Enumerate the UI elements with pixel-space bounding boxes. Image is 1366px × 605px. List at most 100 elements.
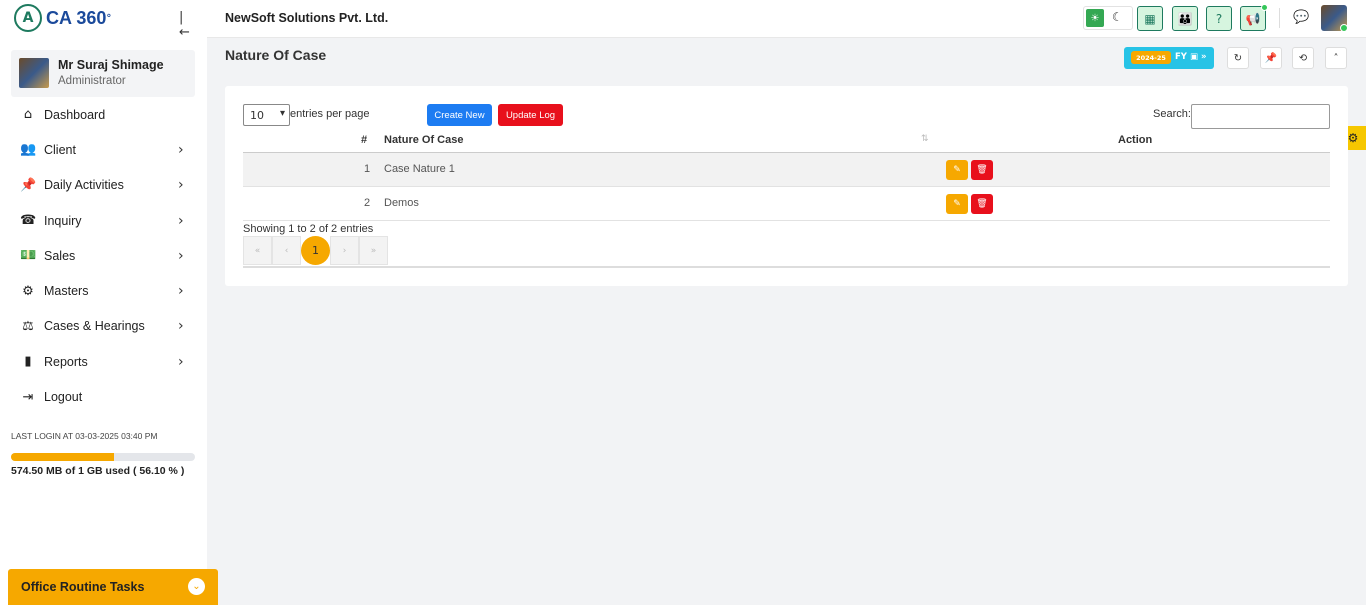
- logo-text: CA 360: [46, 7, 107, 28]
- sidebar-item-logout[interactable]: ⇥ Logout: [0, 379, 207, 414]
- pagination-last-button[interactable]: »: [359, 236, 388, 265]
- update-log-button[interactable]: Update Log: [498, 104, 563, 126]
- help-button[interactable]: ?: [1206, 6, 1232, 31]
- edit-icon: ✎: [953, 199, 961, 209]
- sidebar-item-sales[interactable]: 💵 Sales ›: [0, 238, 207, 273]
- fy-selector[interactable]: 2024-25 FY ▣ »: [1124, 47, 1214, 69]
- collapse-up-button[interactable]: ˄: [1325, 47, 1347, 69]
- chevron-right-icon: ›: [178, 247, 184, 264]
- fy-label-text: FY: [1175, 52, 1187, 62]
- search-input[interactable]: [1191, 104, 1330, 129]
- delete-button[interactable]: 🗑: [971, 194, 993, 214]
- pagination-scrollbar: [243, 266, 1330, 268]
- row-nature: Demos: [384, 197, 419, 209]
- sidebar-item-client[interactable]: 👥 Client ›: [0, 132, 207, 167]
- home-icon: ⌂: [23, 107, 33, 123]
- team-button[interactable]: 👪: [1172, 6, 1198, 31]
- storage-text: 574.50 MB of 1 GB used ( 56.10 % ): [11, 465, 185, 477]
- theme-toggle[interactable]: ☀ ☾: [1083, 6, 1133, 30]
- users-icon: 👥: [20, 142, 37, 158]
- refresh-icon: ↻: [1233, 52, 1243, 64]
- top-header: NewSoft Solutions Pvt. Ltd. ☀ ☾ ▦ 👪 ? 📢 …: [207, 0, 1366, 38]
- collapse-sidebar-icon[interactable]: |←: [179, 10, 193, 40]
- chevron-double-up-icon: ˄: [1333, 52, 1339, 64]
- page-title: Nature Of Case: [225, 47, 327, 63]
- storage-bar: [11, 453, 195, 461]
- user-role: Administrator: [58, 75, 126, 87]
- chevron-down-icon[interactable]: ⌄: [188, 578, 205, 595]
- pagination-next-button[interactable]: ›: [330, 236, 359, 265]
- logo-sup: °: [106, 12, 112, 24]
- table-row: 2 Demos ✎ 🗑: [243, 187, 1330, 221]
- sidebar-item-inquiry[interactable]: ☎ Inquiry ›: [0, 203, 207, 238]
- sidebar-item-label: Client: [44, 142, 76, 157]
- edit-button[interactable]: ✎: [946, 160, 968, 180]
- fy-label: FY ▣ »: [1175, 52, 1206, 62]
- pagination-first-button[interactable]: «: [243, 236, 272, 265]
- row-nature: Case Nature 1: [384, 163, 455, 175]
- edit-button[interactable]: ✎: [946, 194, 968, 214]
- gears-icon: ⚙: [22, 283, 34, 299]
- pin-button[interactable]: 📌: [1260, 47, 1282, 69]
- sidebar-item-label: Cases & Hearings: [44, 319, 145, 334]
- calendar-icon: ▣: [1189, 52, 1198, 62]
- user-card[interactable]: Mr Suraj Shimage Administrator: [11, 50, 195, 97]
- phone-icon: ☎: [20, 213, 37, 229]
- logo[interactable]: A CA 360 °: [14, 4, 112, 32]
- column-header-nature[interactable]: Nature Of Case: [384, 134, 463, 146]
- entries-value: 10: [250, 108, 264, 122]
- qr-code-button[interactable]: ▦: [1137, 6, 1163, 31]
- column-header-index[interactable]: #: [361, 134, 367, 146]
- sidebar-item-label: Logout: [44, 390, 83, 405]
- fy-year-badge: 2024-25: [1131, 51, 1171, 64]
- file-icon: ▮: [24, 354, 32, 370]
- create-new-button[interactable]: Create New: [427, 104, 492, 126]
- table-header: # Nature Of Case ⇅ Action: [243, 131, 1330, 153]
- refresh-button[interactable]: ↻: [1227, 47, 1249, 69]
- edit-icon: ✎: [953, 165, 961, 175]
- sidebar-item-label: Masters: [44, 284, 89, 299]
- sync-button[interactable]: ⟲: [1292, 47, 1314, 69]
- routine-label: Office Routine Tasks: [21, 580, 145, 594]
- sidebar-item-daily-activities[interactable]: 📌 Daily Activities ›: [0, 168, 207, 203]
- question-icon: ?: [1215, 11, 1223, 26]
- announcement-button[interactable]: 📢: [1240, 4, 1268, 31]
- pin-icon: 📌: [1264, 52, 1278, 64]
- user-name: Mr Suraj Shimage: [58, 58, 164, 72]
- sidebar-item-label: Daily Activities: [44, 178, 124, 193]
- sort-icon[interactable]: ⇅: [921, 134, 929, 144]
- chevron-right-icon: ›: [178, 283, 184, 300]
- sun-icon[interactable]: ☀: [1086, 9, 1104, 27]
- sidebar-item-label: Inquiry: [44, 213, 82, 228]
- sync-icon: ⟲: [1298, 52, 1308, 64]
- sidebar-item-reports[interactable]: ▮ Reports ›: [0, 344, 207, 379]
- trash-icon: 🗑: [976, 199, 988, 209]
- sidebar-item-dashboard[interactable]: ⌂ Dashboard: [0, 97, 207, 132]
- pagination-page-1[interactable]: 1: [301, 236, 330, 265]
- office-routine-tasks-panel[interactable]: Office Routine Tasks ⌄: [8, 569, 218, 605]
- sidebar-nav: ⌂ Dashboard 👥 Client › 📌 Daily Activities › ☎ Inq…: [0, 97, 207, 415]
- money-icon: 💵: [20, 248, 37, 264]
- entries-per-page-select[interactable]: 10 ▾: [243, 104, 290, 126]
- user-avatar: [19, 58, 49, 88]
- sidebar: A CA 360 ° |← Mr Suraj Shimage Administr…: [0, 0, 207, 605]
- table-row: 1 Case Nature 1 ✎ 🗑: [243, 153, 1330, 187]
- storage-fill: [11, 453, 115, 461]
- notification-dot: [1261, 4, 1268, 11]
- data-table: # Nature Of Case ⇅ Action 1 Case Nature 1…: [243, 131, 1330, 221]
- moon-icon[interactable]: ☾: [1112, 10, 1123, 24]
- sidebar-item-cases-hearings[interactable]: ⚖ Cases & Hearings ›: [0, 309, 207, 344]
- sidebar-item-masters[interactable]: ⚙ Masters ›: [0, 273, 207, 308]
- chevron-right-icon: ›: [178, 318, 184, 335]
- chevron-right-icon: ›: [178, 141, 184, 158]
- chat-icon[interactable]: 💬: [1293, 10, 1309, 25]
- scale-icon: ⚖: [22, 318, 34, 334]
- team-icon: 👪: [1177, 11, 1193, 26]
- sidebar-item-label: Sales: [44, 248, 76, 263]
- row-index: 2: [364, 197, 371, 209]
- logout-icon: ⇥: [22, 389, 34, 405]
- delete-button[interactable]: 🗑: [971, 160, 993, 180]
- chevron-right-icon: ›: [178, 212, 184, 229]
- pagination-prev-button[interactable]: ‹: [272, 236, 301, 265]
- online-status-dot: [1340, 24, 1348, 32]
